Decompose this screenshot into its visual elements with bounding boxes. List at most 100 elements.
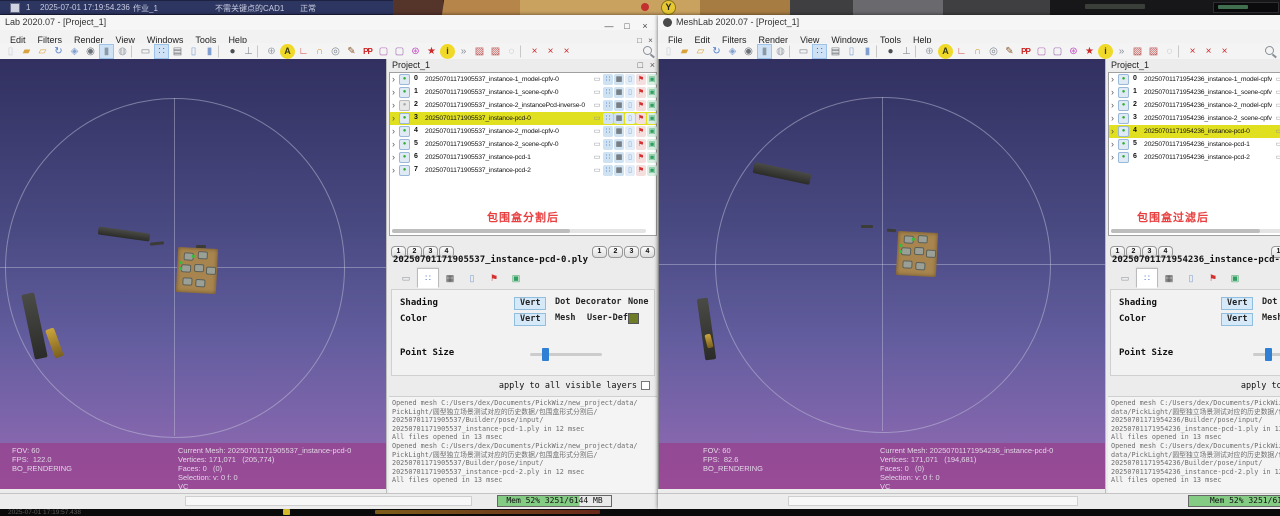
tab-flat[interactable]: ▯ — [461, 268, 483, 288]
flag-mini-icon[interactable]: ⚑ — [636, 74, 646, 85]
bbox-mini-icon[interactable]: ▭ — [592, 152, 602, 163]
flag-mini-icon[interactable]: ⚑ — [636, 152, 646, 163]
flat-shading-icon[interactable]: ▯ — [186, 44, 201, 59]
texture-mini-icon[interactable]: ▦ — [614, 126, 624, 137]
expand-arrow-icon[interactable]: › — [392, 99, 395, 112]
toolbar-icon[interactable] — [915, 45, 921, 58]
open-project-icon[interactable]: ▰ — [19, 44, 34, 59]
slider-handle[interactable] — [1265, 348, 1272, 361]
select-delete-face-icon[interactable]: ▨ — [1130, 44, 1145, 59]
points-view-icon[interactable]: ∷ — [154, 44, 169, 59]
points-mini-icon[interactable]: ∷ — [603, 87, 613, 98]
colorize-icon[interactable]: ⊛ — [1066, 44, 1081, 59]
point-size-slider[interactable] — [1253, 353, 1280, 356]
tab-flag[interactable]: ⚑ — [483, 268, 505, 288]
page-button[interactable]: 2 — [608, 246, 623, 258]
flat-mini-icon[interactable]: ▯ — [625, 74, 635, 85]
axis-toggle-icon[interactable]: ⊥ — [899, 44, 914, 59]
titlebar[interactable]: MeshLab 2020.07 - [Project_1] — [658, 15, 1280, 31]
expand-arrow-icon[interactable]: › — [392, 125, 395, 138]
tab-flag[interactable]: ⚑ — [1202, 268, 1224, 288]
slider-handle[interactable] — [542, 348, 549, 361]
bbox-mini-icon[interactable]: ▭ — [1274, 74, 1280, 85]
horizontal-scrollbar[interactable] — [392, 229, 646, 233]
expand-arrow-icon[interactable]: › — [392, 86, 395, 99]
wireframe-view-icon[interactable]: ▤ — [170, 44, 185, 59]
layer-row[interactable]: › ● 0 20250701171905537_instance-1_model… — [390, 73, 656, 86]
texture-mini-icon[interactable]: ▦ — [614, 139, 624, 150]
expand-arrow-icon[interactable]: › — [392, 112, 395, 125]
expand-arrow-icon[interactable]: › — [1111, 138, 1114, 151]
visibility-eye-icon[interactable]: ● — [399, 100, 410, 111]
colorize-icon[interactable]: ⊛ — [408, 44, 423, 59]
layer-row[interactable]: › ● 7 20250701171905537_instance-pcd-2 ▭… — [390, 164, 656, 177]
magnet-icon[interactable]: ∩ — [312, 44, 327, 59]
bbox-mini-icon[interactable]: ▭ — [1274, 100, 1280, 111]
apply-checkbox[interactable] — [641, 381, 650, 390]
visibility-eye-icon[interactable]: ● — [1118, 139, 1129, 150]
pick-point-icon[interactable]: » — [1114, 44, 1129, 59]
shaded-view-icon[interactable]: ▮ — [757, 44, 772, 59]
color-vert-button[interactable]: Vert — [1221, 313, 1253, 326]
bbox-mini-icon[interactable]: ▭ — [592, 100, 602, 111]
tab-monitor[interactable]: ▣ — [1224, 268, 1246, 288]
monitor-mini-icon[interactable]: ▣ — [647, 139, 657, 150]
flag-mini-icon[interactable]: ⚑ — [636, 165, 646, 176]
panel-close-button[interactable]: × — [650, 60, 655, 71]
layer-row[interactable]: › ● 6 20250701171905537_instance-pcd-1 ▭… — [390, 151, 656, 164]
reload-icon[interactable]: ↻ — [51, 44, 66, 59]
page-button[interactable]: 3 — [624, 246, 639, 258]
flag-mini-icon[interactable]: ⚑ — [636, 87, 646, 98]
trackball-icon[interactable]: ⊕ — [922, 44, 937, 59]
texture-mini-icon[interactable]: ▦ — [614, 100, 624, 111]
flat-mini-icon[interactable]: ▯ — [625, 100, 635, 111]
delete-current-icon[interactable]: × — [1185, 44, 1200, 59]
monitor-mini-icon[interactable]: ▣ — [647, 126, 657, 137]
select-delete-vert-icon[interactable]: ▨ — [488, 44, 503, 59]
reload-icon[interactable]: ↻ — [709, 44, 724, 59]
points-view-icon[interactable]: ∷ — [812, 44, 827, 59]
color-mesh-button[interactable]: Mesh — [555, 313, 575, 323]
lasso-icon[interactable]: ◌ — [504, 44, 519, 59]
monitor-mini-icon[interactable]: ▣ — [647, 87, 657, 98]
new-project-icon[interactable]: ▯ — [661, 44, 676, 59]
visibility-eye-icon[interactable]: ● — [1118, 113, 1129, 124]
background-input-box[interactable] — [1213, 2, 1279, 13]
viewport-3d[interactable]: FOV: 60 FPS: 82.6 BO_RENDERING Current M… — [658, 59, 1106, 489]
flat-mini-icon[interactable]: ▯ — [625, 139, 635, 150]
search-icon[interactable] — [1265, 46, 1274, 55]
toolbar-icon[interactable] — [1178, 45, 1184, 58]
visibility-eye-icon[interactable]: ● — [399, 87, 410, 98]
task-checkbox[interactable] — [10, 3, 20, 13]
delete-all-icon[interactable]: × — [1217, 44, 1232, 59]
layer-row[interactable]: › ● 3 20250701171905537_instance-pcd-0 ▭… — [390, 112, 656, 125]
bbox-mini-icon[interactable]: ▭ — [1274, 126, 1280, 137]
bbox-mini-icon[interactable]: ▭ — [592, 139, 602, 150]
tab-bbox[interactable]: ▭ — [395, 268, 417, 288]
layer-row[interactable]: › ● 1 20250701171954236_instance-1_scene… — [1109, 86, 1280, 99]
layer-row[interactable]: › ● 5 20250701171905537_instance-2_scene… — [390, 138, 656, 151]
smooth-shading-icon[interactable]: ▮ — [202, 44, 217, 59]
tab-texture[interactable]: ▦ — [439, 268, 461, 288]
panel-float-button[interactable]: □ — [638, 60, 643, 71]
monitor-mini-icon[interactable]: ▣ — [647, 152, 657, 163]
import-mesh-icon[interactable]: ▱ — [693, 44, 708, 59]
monitor-mini-icon[interactable]: ▣ — [647, 113, 657, 124]
tab-bbox[interactable]: ▭ — [1114, 268, 1136, 288]
delete-current-icon[interactable]: × — [527, 44, 542, 59]
expand-arrow-icon[interactable]: › — [1111, 125, 1114, 138]
monitor-mini-icon[interactable]: ▣ — [647, 165, 657, 176]
flag-mini-icon[interactable]: ⚑ — [636, 139, 646, 150]
expand-arrow-icon[interactable]: › — [1111, 86, 1114, 99]
layer-row[interactable]: › ● 4 20250701171905537_instance-2_model… — [390, 125, 656, 138]
bbox-mini-icon[interactable]: ▭ — [1274, 113, 1280, 124]
bbox-mini-icon[interactable]: ▭ — [1274, 152, 1280, 163]
color-userdef-button[interactable]: User-Def — [587, 313, 628, 323]
flat-mini-icon[interactable]: ▯ — [625, 126, 635, 137]
bbox-view-icon[interactable]: ▭ — [138, 44, 153, 59]
select-faces-icon[interactable]: ▢ — [1050, 44, 1065, 59]
expand-arrow-icon[interactable]: › — [392, 151, 395, 164]
select-delete-vert-icon[interactable]: ▨ — [1146, 44, 1161, 59]
visibility-eye-icon[interactable]: ● — [399, 126, 410, 137]
snapshot-icon[interactable]: ◉ — [741, 44, 756, 59]
